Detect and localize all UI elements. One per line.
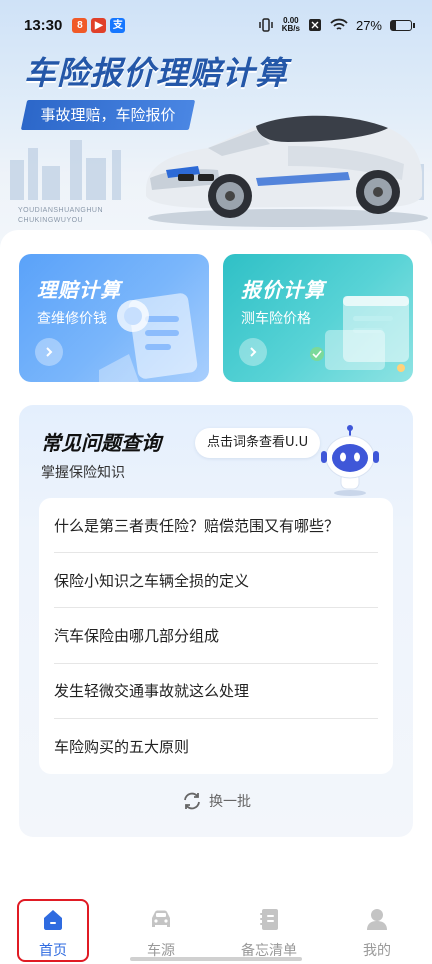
browser-window-icon xyxy=(310,296,409,372)
refresh-label: 换一批 xyxy=(209,794,251,810)
home-indicator[interactable] xyxy=(130,957,302,961)
tab-label: 首页 xyxy=(39,943,67,959)
hero-pinyin: YOUDIANSHUANGHUN CHUKINGWUYOU xyxy=(18,206,103,226)
chevron-right-icon[interactable] xyxy=(239,338,267,366)
tab-memo-list[interactable]: 备忘清单 xyxy=(224,892,314,964)
faq-item[interactable]: 发生轻微交通事故就这么处理 xyxy=(54,664,378,719)
faq-section: 常见问题查询 掌握保险知识 点击词条查看U.U 什么是第三者责任险？赔偿范围又有… xyxy=(19,405,413,837)
alipay-notification-icon: 支 xyxy=(110,17,126,33)
wifi-icon xyxy=(330,18,348,30)
faq-title: 常见问题查询 xyxy=(41,431,161,455)
battery-icon xyxy=(390,19,415,31)
faq-item[interactable]: 什么是第三者责任险？赔偿范围又有哪些？ xyxy=(54,498,378,554)
status-bar: 13:30 8 ▶ 支 0.00 KB/s 27% xyxy=(0,0,432,50)
bottom-tab-bar: 首页 车源 备忘清单 我的 xyxy=(0,892,432,964)
claim-calc-card[interactable]: 理赔计算 查维修价钱 xyxy=(19,254,209,382)
net-speed: 0.00 KB/s xyxy=(282,17,300,33)
app-notification-icon: ▶ xyxy=(91,17,107,33)
faq-item[interactable]: 车险购买的五大原则 xyxy=(54,719,378,774)
vibrate-icon xyxy=(258,18,273,32)
faq-hint-bubble: 点击词条查看U.U xyxy=(195,428,321,458)
tab-mine[interactable]: 我的 xyxy=(332,892,422,964)
card-desc: 查维修价钱 xyxy=(37,311,107,327)
nfc-icon xyxy=(308,19,321,31)
tab-label: 我的 xyxy=(363,943,391,959)
app-notification-icon: 8 xyxy=(72,17,88,33)
refresh-button[interactable]: 换一批 xyxy=(19,791,413,811)
hero-pinyin-line: CHUKINGWUYOU xyxy=(18,217,84,224)
quote-calc-card[interactable]: 报价计算 测车险价格 xyxy=(223,254,413,382)
battery-percent: 27% xyxy=(355,17,382,33)
faq-subtitle: 掌握保险知识 xyxy=(41,465,125,481)
robot-mascot-icon xyxy=(321,425,379,496)
faq-item[interactable]: 汽车保险由哪几部分组成 xyxy=(54,608,378,664)
tab-home[interactable]: 首页 xyxy=(8,892,98,964)
refresh-icon xyxy=(184,792,200,810)
chevron-right-icon[interactable] xyxy=(35,338,63,366)
home-icon xyxy=(44,910,62,930)
notebook-icon xyxy=(260,909,278,930)
card-desc: 测车险价格 xyxy=(241,311,311,327)
hero-banner: 13:30 8 ▶ 支 0.00 KB/s 27% 车险报价理赔计算 事故理赔，… xyxy=(0,0,432,250)
car-icon xyxy=(152,910,170,927)
faq-list: 什么是第三者责任险？赔偿范围又有哪些？ 保险小知识之车辆全损的定义 汽车保险由哪… xyxy=(39,498,393,774)
faq-item[interactable]: 保险小知识之车辆全损的定义 xyxy=(54,553,378,609)
net-speed-unit: KB/s xyxy=(281,24,300,33)
sports-car-image xyxy=(146,115,428,227)
hero-pinyin-line: YOUDIANSHUANGHUN xyxy=(18,207,104,214)
status-time: 13:30 xyxy=(24,16,63,34)
hero-title: 车险报价理赔计算 xyxy=(24,54,289,92)
tab-car-source[interactable]: 车源 xyxy=(116,892,206,964)
document-magnifier-icon xyxy=(99,293,198,382)
user-icon xyxy=(367,909,387,930)
